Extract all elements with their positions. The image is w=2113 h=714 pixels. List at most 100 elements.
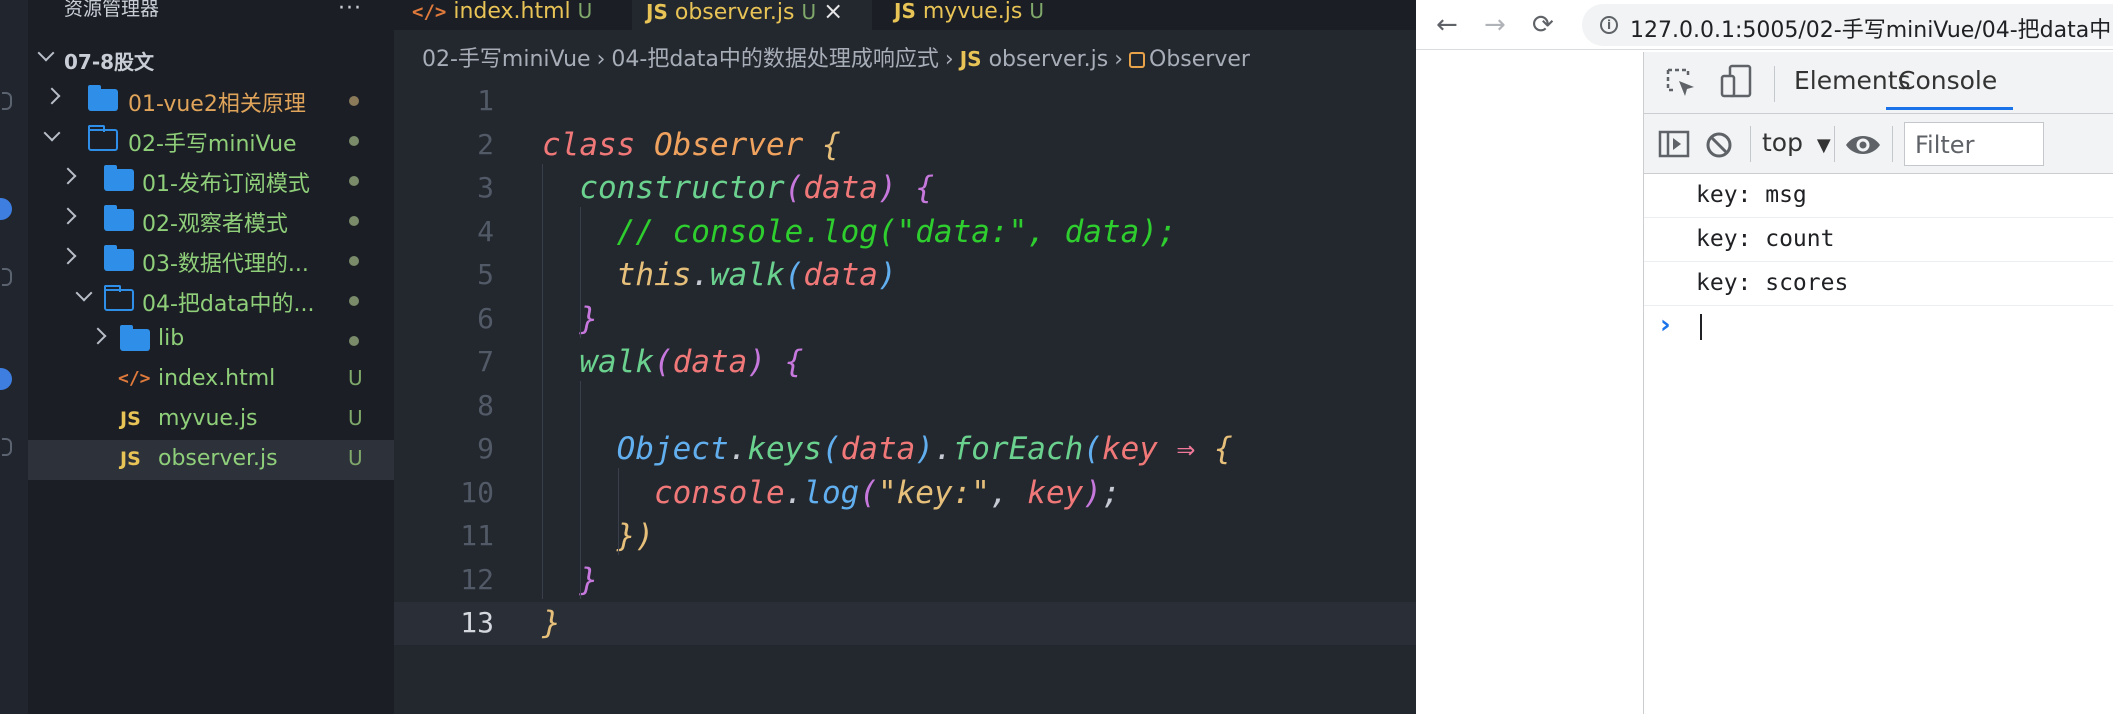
source-control-badge[interactable] [0, 198, 12, 220]
js-file-icon: JS [120, 408, 141, 430]
code-line[interactable]: 8 [394, 385, 1416, 428]
code-text: this.walk(data) [542, 257, 897, 293]
js-file-icon: JS [120, 448, 141, 470]
code-text: walk(data) { [542, 344, 803, 380]
clear-console-icon[interactable] [1704, 130, 1734, 160]
tab-myvue-js[interactable]: JS myvue.js U [872, 0, 1092, 30]
breadcrumb-folder[interactable]: 04-把data中的数据处理成响应式 [611, 47, 939, 72]
tree-folder-vue2[interactable]: 01-vue2相关原理 [28, 80, 394, 120]
address-bar[interactable]: i 127.0.0.1:5005/02-手写miniVue/04-把data中的… [1582, 4, 2113, 46]
reload-icon[interactable]: ⟳ [1532, 10, 1554, 40]
indent-guide [580, 207, 581, 338]
console-prompt[interactable]: › [1644, 306, 2113, 350]
console-log-row: key: count [1644, 218, 2113, 262]
tree-folder-proxy[interactable]: 03-数据代理的... [28, 240, 394, 280]
close-icon[interactable]: × [823, 0, 843, 25]
code-token: log [803, 474, 860, 511]
more-actions-icon[interactable]: ··· [338, 0, 362, 24]
line-number: 1 [477, 84, 494, 117]
code-line[interactable]: 11 }) [394, 515, 1416, 558]
tree-folder-minivue[interactable]: 02-手写miniVue [28, 120, 394, 160]
breadcrumb-symbol[interactable]: Observer [1149, 47, 1250, 72]
code-text: console.log("key:", key); [542, 475, 1121, 511]
chevron-right-icon [59, 247, 77, 265]
code-token: } [579, 561, 598, 598]
chevron-right-icon [89, 327, 107, 345]
code-token: { [821, 126, 841, 163]
untracked-badge: U [348, 366, 363, 390]
code-token: . [933, 431, 953, 467]
code-line[interactable]: 9 Object.keys(data).forEach(key ⇒ { [394, 428, 1416, 471]
tree-label: 04-把data中的... [142, 292, 315, 317]
js-file-icon: JS [894, 0, 916, 23]
live-expression-eye-icon[interactable] [1844, 132, 1882, 158]
code-line[interactable]: 2 class Observer { [394, 124, 1416, 167]
browser-window: ← → ⟳ i 127.0.0.1:5005/02-手写miniVue/04-把… [1416, 0, 2113, 714]
folder-open-icon [87, 125, 118, 151]
back-icon[interactable]: ← [1436, 10, 1458, 40]
untracked-badge: U [577, 0, 593, 23]
inspect-element-icon[interactable] [1664, 66, 1698, 100]
untracked-dot-icon [349, 336, 359, 346]
code-line[interactable]: 1 [394, 80, 1416, 123]
filter-input[interactable]: Filter [1904, 122, 2044, 166]
code-line[interactable]: 12 } [394, 559, 1416, 602]
code-token: keys [747, 431, 822, 467]
explorer-icon[interactable] [2, 92, 12, 110]
js-file-icon: JS [959, 47, 982, 71]
code-token: ) [1083, 474, 1102, 511]
code-token: walk [579, 344, 654, 380]
code-token: Object [616, 431, 729, 467]
sidebar-toggle-icon[interactable] [1658, 130, 1690, 158]
code-line[interactable]: 7 walk(data) { [394, 341, 1416, 384]
tree-root[interactable]: 07-8股文 [28, 40, 394, 80]
device-toolbar-icon[interactable] [1720, 64, 1754, 100]
code-token: ) [747, 344, 766, 380]
breadcrumb-folder[interactable]: 02-手写miniVue [422, 47, 591, 72]
tab-console[interactable]: Console [1886, 66, 2014, 110]
tab-label: index.html [453, 0, 571, 24]
modified-dot-icon [349, 96, 359, 106]
tab-observer-js[interactable]: JS observer.js U × [632, 0, 872, 30]
code-line[interactable]: 3 constructor(data) { [394, 167, 1416, 210]
dropdown-arrow-icon: ▼ [1816, 135, 1831, 156]
code-token: }) [616, 518, 654, 554]
tree-label: myvue.js [158, 406, 258, 431]
context-selector[interactable]: top ▼ [1762, 128, 1831, 157]
editor-tabs: </> index.html U JS observer.js U × JS m… [394, 0, 1416, 30]
forward-icon[interactable]: → [1484, 10, 1506, 40]
code-text: } [542, 562, 598, 598]
tree-file-index-html[interactable]: </> index.html U [28, 360, 394, 400]
code-token: { [1213, 431, 1233, 467]
code-token: data [803, 257, 878, 293]
run-icon[interactable] [2, 268, 12, 286]
code-line[interactable]: 10 console.log("key:", key); [394, 472, 1416, 515]
line-number: 6 [477, 301, 494, 335]
tree-folder-pubsub[interactable]: 01-发布订阅模式 [28, 160, 394, 200]
code-line[interactable]: 5 this.walk(data) [394, 254, 1416, 297]
extensions-badge[interactable] [0, 368, 12, 390]
tree-folder-reactive[interactable]: 04-把data中的... [28, 280, 394, 320]
breadcrumb-file[interactable]: observer.js [989, 47, 1109, 72]
code-line[interactable]: 6 } [394, 298, 1416, 341]
remote-icon[interactable] [2, 438, 12, 456]
tree-label: 01-vue2相关原理 [128, 92, 306, 117]
toolbar-divider [1750, 126, 1751, 162]
tree-folder-observer[interactable]: 02-观察者模式 [28, 200, 394, 240]
code-line[interactable]: 13} [394, 602, 1416, 645]
tree-file-myvue-js[interactable]: JS myvue.js U [28, 400, 394, 440]
tree-folder-lib[interactable]: lib [28, 320, 394, 360]
toolbar-divider [1774, 66, 1775, 102]
prompt-chevron-icon: › [1660, 310, 1671, 340]
breadcrumb: 02-手写miniVue › 04-把data中的数据处理成响应式 › JS obser… [422, 44, 1250, 74]
tree-file-observer-js[interactable]: JS observer.js U [28, 440, 394, 480]
chevron-right-icon [59, 207, 77, 225]
tree-label: observer.js [158, 446, 278, 471]
tab-index-html[interactable]: </> index.html U [394, 0, 632, 30]
code-line[interactable]: 4 // console.log("data:", data); [394, 211, 1416, 254]
chevron-right-icon [43, 87, 61, 105]
info-icon[interactable]: i [1600, 16, 1618, 34]
